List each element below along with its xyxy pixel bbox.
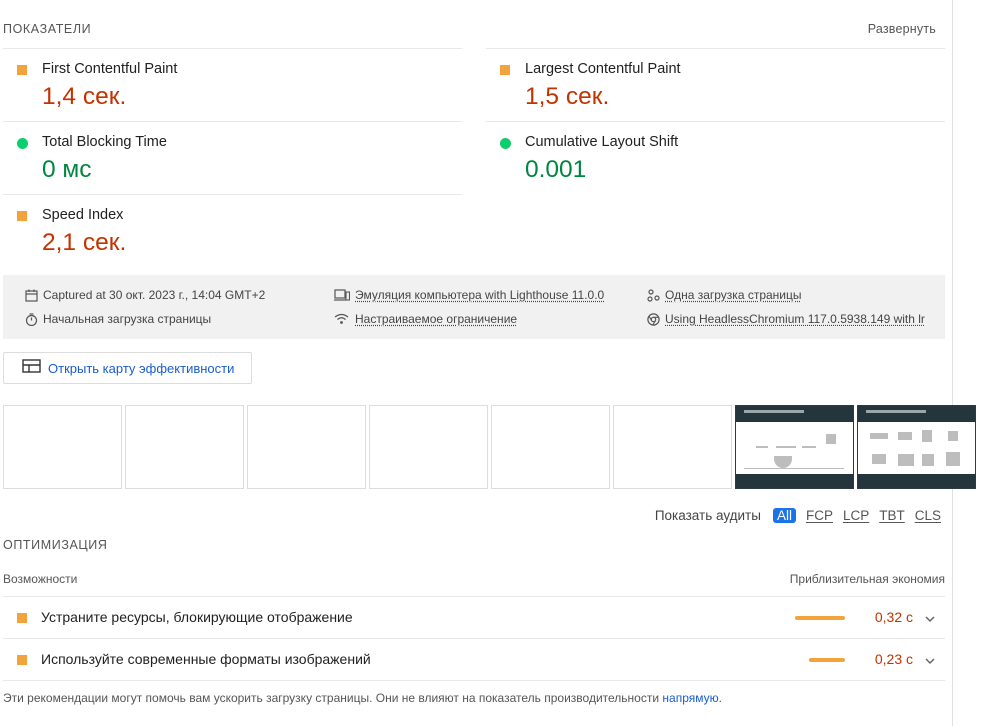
metric-fcp: First Contentful Paint 1,4 сек. bbox=[3, 48, 462, 121]
opportunity-row[interactable]: Используйте современные форматы изображе… bbox=[3, 638, 945, 680]
browser-link[interactable]: Using HeadlessChromium 117.0.5938.149 wi… bbox=[665, 312, 925, 326]
metric-lcp: Largest Contentful Paint 1,5 сек. bbox=[486, 48, 945, 121]
emulation-item[interactable]: Эмуляция компьютера with Lighthouse 11.0… bbox=[333, 288, 604, 302]
audit-filter: Показать аудиты All FCP LCP TBT CLS bbox=[655, 508, 941, 523]
optimization-section-title: ОПТИМИЗАЦИЯ bbox=[3, 538, 108, 552]
footnote-link[interactable]: напрямую bbox=[662, 691, 718, 705]
savings-value: 0,32 с bbox=[874, 609, 913, 625]
metric-label: Largest Contentful Paint bbox=[525, 61, 681, 77]
savings-label: Приблизительная экономия bbox=[789, 572, 945, 586]
audit-filter-label: Показать аудиты bbox=[654, 508, 761, 523]
metric-label: First Contentful Paint bbox=[42, 61, 178, 77]
opportunity-title: Устраните ресурсы, блокирующие отображен… bbox=[41, 609, 353, 625]
metrics-section-title: ПОКАЗАТЕЛИ bbox=[3, 22, 92, 36]
single-load-link[interactable]: Одна загрузка страницы bbox=[665, 288, 802, 302]
footnote: Эти рекомендации могут помочь вам ускори… bbox=[3, 691, 722, 705]
filmstrip-frame bbox=[3, 405, 122, 489]
filmstrip-frame bbox=[247, 405, 366, 489]
filmstrip-frame bbox=[491, 405, 610, 489]
opportunity-row[interactable]: Устраните ресурсы, блокирующие отображен… bbox=[3, 596, 945, 638]
metric-value: 0 мс bbox=[42, 156, 92, 183]
captured-item: Captured at 30 окт. 2023 г., 14:04 GMT+2 bbox=[24, 288, 265, 302]
divider bbox=[3, 680, 945, 681]
devices-icon bbox=[333, 288, 350, 302]
metric-value: 1,5 сек. bbox=[525, 83, 610, 110]
filter-chip-tbt[interactable]: TBT bbox=[879, 508, 905, 523]
filmstrip-frame bbox=[613, 405, 732, 489]
filter-chip-all[interactable]: All bbox=[772, 508, 796, 523]
captured-text: Captured at 30 окт. 2023 г., 14:04 GMT+2 bbox=[43, 288, 266, 302]
opportunity-title: Используйте современные форматы изображе… bbox=[41, 651, 371, 667]
savings-value: 0,23 с bbox=[874, 651, 913, 667]
savings-bar bbox=[809, 658, 845, 662]
browser-item[interactable]: Using HeadlessChromium 117.0.5938.149 wi… bbox=[646, 312, 925, 326]
chevron-down-icon[interactable] bbox=[924, 612, 936, 624]
chevron-down-icon[interactable] bbox=[924, 654, 936, 666]
opportunities-header: Возможности Приблизительная экономия bbox=[3, 572, 945, 586]
filmstrip-frame bbox=[857, 405, 976, 489]
filmstrip-frame bbox=[369, 405, 488, 489]
metric-cls: Cumulative Layout Shift 0.001 bbox=[486, 121, 945, 194]
filter-chip-cls[interactable]: CLS bbox=[915, 508, 941, 523]
pass-circle-icon bbox=[17, 138, 28, 149]
opportunities-label: Возможности bbox=[3, 572, 78, 586]
savings-bar bbox=[795, 616, 845, 620]
runtime-settings: Captured at 30 окт. 2023 г., 14:04 GMT+2… bbox=[3, 275, 945, 339]
wifi-icon bbox=[333, 312, 350, 326]
emulation-link[interactable]: Эмуляция компьютера with Lighthouse 11.0… bbox=[355, 288, 604, 302]
treemap-icon bbox=[22, 358, 41, 378]
average-square-icon bbox=[17, 65, 27, 75]
timer-icon bbox=[24, 312, 38, 326]
filter-chip-lcp[interactable]: LCP bbox=[843, 508, 869, 523]
metric-value: 0.001 bbox=[525, 156, 587, 183]
metric-value: 2,1 сек. bbox=[42, 229, 127, 256]
expand-metrics-link[interactable]: Развернуть bbox=[868, 22, 936, 36]
metric-speed-index: Speed Index 2,1 сек. bbox=[3, 194, 462, 267]
initial-load-item: Начальная загрузка страницы bbox=[24, 312, 211, 326]
footnote-text: Эти рекомендации могут помочь вам ускори… bbox=[3, 691, 660, 705]
metric-tbt: Total Blocking Time 0 мс bbox=[3, 121, 462, 194]
initial-load-text: Начальная загрузка страницы bbox=[43, 312, 212, 326]
metric-label: Speed Index bbox=[42, 207, 124, 223]
treemap-button-label: Открыть карту эффективности bbox=[48, 360, 235, 376]
filmstrip-frame bbox=[125, 405, 244, 489]
footnote-end: . bbox=[718, 691, 722, 705]
filmstrip-frame bbox=[735, 405, 854, 489]
chrome-icon bbox=[646, 312, 660, 326]
average-square-icon bbox=[17, 211, 27, 221]
average-square-icon bbox=[500, 65, 510, 75]
throttling-item[interactable]: Настраиваемое ограничение bbox=[333, 312, 517, 326]
average-square-icon bbox=[17, 655, 27, 665]
filmstrip bbox=[3, 405, 976, 489]
open-treemap-button[interactable]: Открыть карту эффективности bbox=[3, 352, 252, 384]
pass-circle-icon bbox=[500, 138, 511, 149]
metric-label: Cumulative Layout Shift bbox=[525, 134, 679, 150]
average-square-icon bbox=[17, 613, 27, 623]
metric-value: 1,4 сек. bbox=[42, 83, 127, 110]
page-divider bbox=[952, 0, 953, 726]
single-load-item[interactable]: Одна загрузка страницы bbox=[646, 288, 802, 302]
metric-label: Total Blocking Time bbox=[42, 134, 167, 150]
nodes-icon bbox=[646, 288, 660, 302]
calendar-icon bbox=[24, 288, 38, 302]
throttling-link[interactable]: Настраиваемое ограничение bbox=[355, 312, 517, 326]
filter-chip-fcp[interactable]: FCP bbox=[806, 508, 833, 523]
